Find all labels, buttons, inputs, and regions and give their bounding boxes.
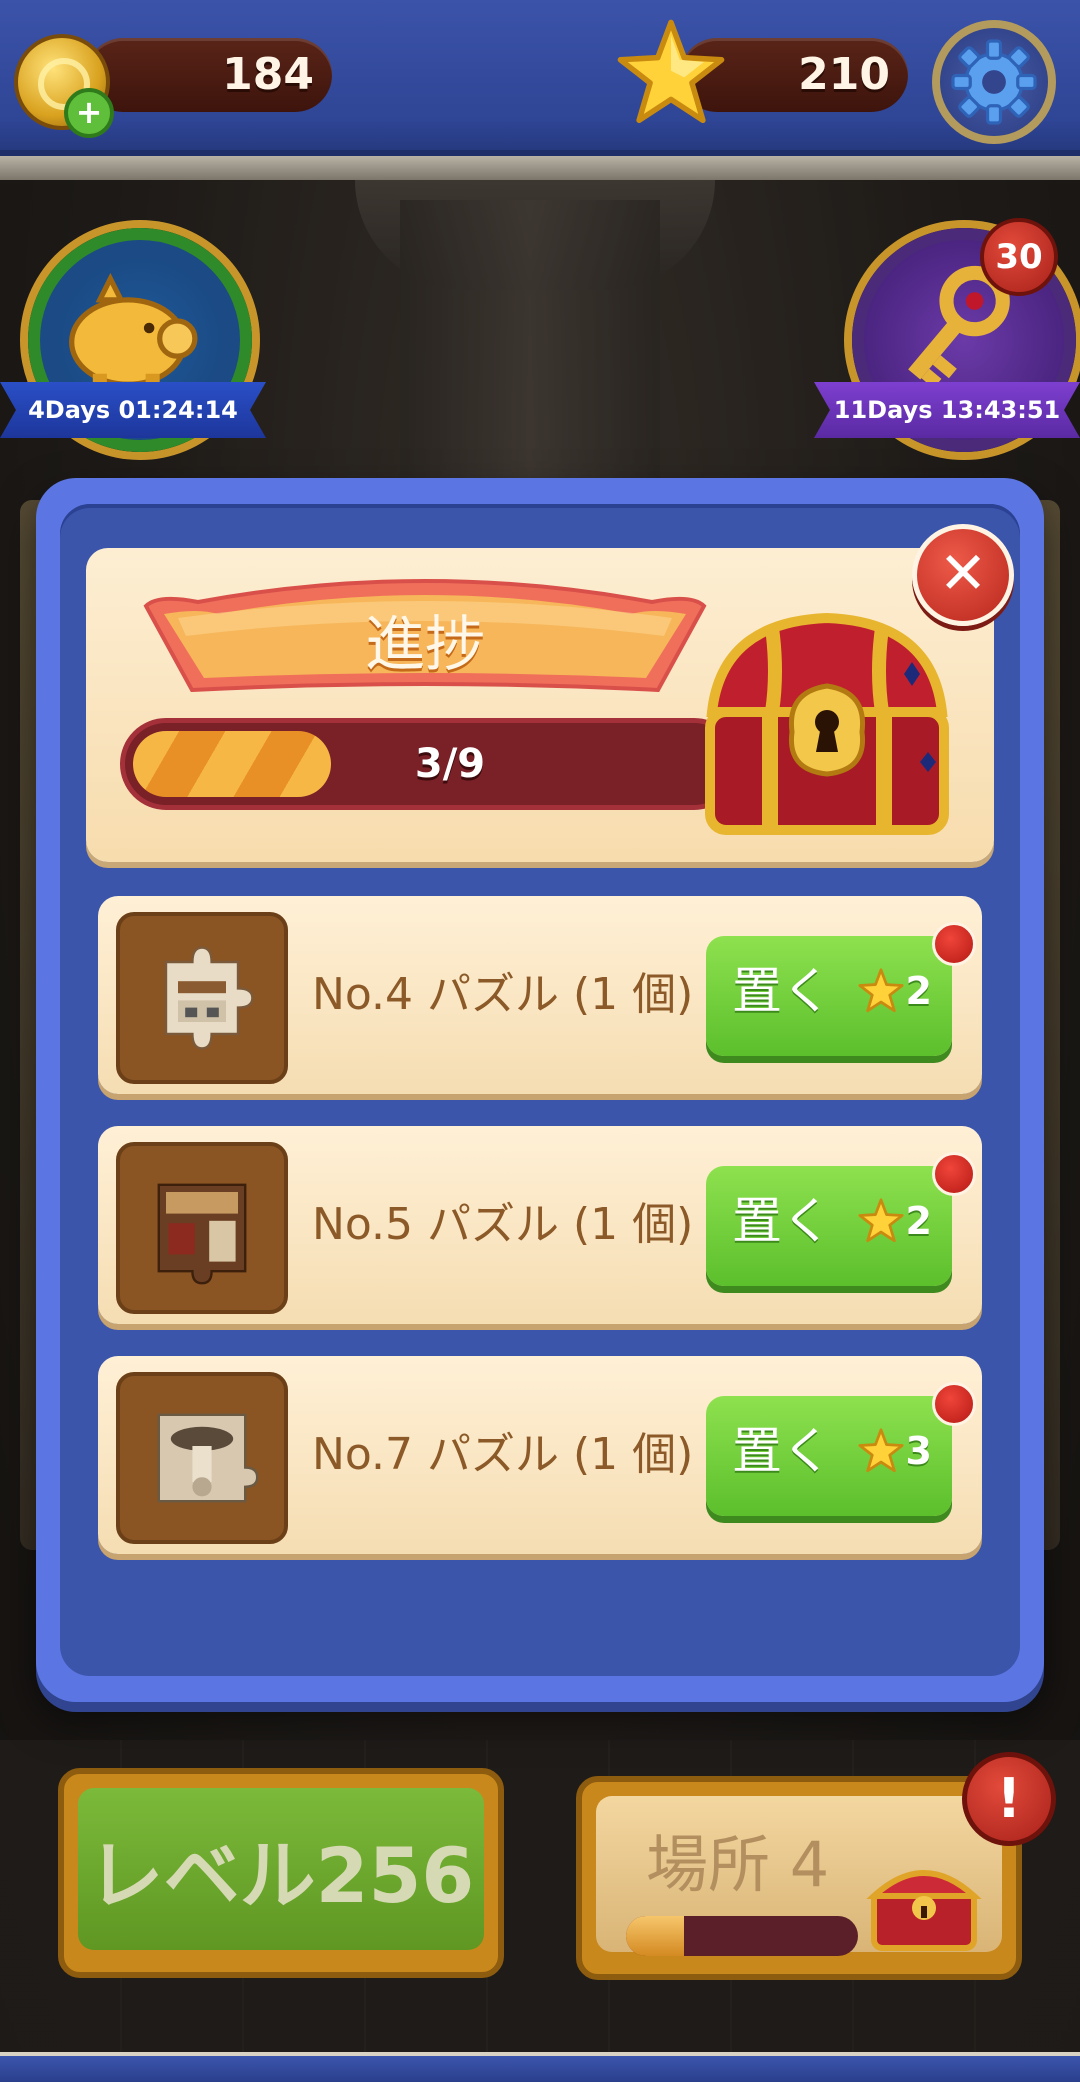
list-item: No.7 パズル (1 個) 置く 3 xyxy=(98,1356,982,1554)
star-cost: 2 xyxy=(905,969,932,1013)
place-button[interactable]: 置く 3 xyxy=(706,1396,952,1516)
top-bar-lip xyxy=(0,156,1080,180)
gear-icon xyxy=(951,39,1037,125)
puzzle-thumbnail xyxy=(116,912,288,1084)
add-coins-button[interactable]: + xyxy=(64,88,114,138)
treasure-chest-small-icon xyxy=(866,1870,982,1951)
puzzle-thumbnail xyxy=(116,1142,288,1314)
location-progress-bar xyxy=(626,1916,858,1956)
item-name: No.7 パズル (1 個) xyxy=(312,1429,694,1480)
item-name: No.4 パズル (1 個) xyxy=(312,969,694,1020)
place-button-label: 置く xyxy=(732,962,832,1020)
notification-dot xyxy=(932,1152,976,1196)
notification-dot xyxy=(932,922,976,966)
item-name: No.5 パズル (1 個) xyxy=(312,1199,694,1250)
modal-title: 進捗 xyxy=(365,610,485,680)
star-icon xyxy=(617,19,725,124)
location-progress-fill xyxy=(626,1916,684,1956)
key-count-badge: 30 xyxy=(980,218,1058,296)
level-button[interactable]: レベル256 xyxy=(58,1768,504,1978)
star-cost-icon xyxy=(858,968,904,1013)
close-button[interactable]: ✕ xyxy=(912,524,1014,626)
coin-counter: 184 xyxy=(86,38,332,112)
puzzle-piece-icon xyxy=(157,1413,259,1503)
level-label: レベル256 xyxy=(78,1788,484,1950)
location-alert-badge: ! xyxy=(962,1752,1056,1846)
place-button[interactable]: 置く 2 xyxy=(706,936,952,1056)
puzzle-thumbnail xyxy=(116,1372,288,1544)
star-cost: 3 xyxy=(905,1429,932,1473)
list-item: No.5 パズル (1 個) 置く 2 xyxy=(98,1126,982,1324)
puzzle-piece-icon xyxy=(157,1183,247,1285)
location-label: 場所 4 xyxy=(646,1828,830,1901)
settings-button[interactable] xyxy=(932,20,1056,144)
star-cost: 2 xyxy=(905,1199,932,1243)
star-count: 210 xyxy=(798,49,890,100)
piggy-bank-timer: 4Days 01:24:14 xyxy=(0,382,266,438)
coin-count: 184 xyxy=(222,49,314,100)
treasure-chest-icon xyxy=(705,612,949,835)
star-cost-icon xyxy=(858,1428,904,1473)
location-button[interactable]: 場所 4 xyxy=(576,1776,1022,1980)
progress-text: 3/9 xyxy=(414,741,486,787)
list-item: No.4 パズル (1 個) 置く 2 xyxy=(98,896,982,1094)
location-button-face: 場所 4 xyxy=(596,1796,1002,1956)
progress-bar: 3/9 xyxy=(120,718,740,810)
notification-dot xyxy=(932,1382,976,1426)
star-cost-icon xyxy=(858,1198,904,1243)
place-button-label: 置く xyxy=(732,1422,832,1480)
place-button-label: 置く xyxy=(732,1192,832,1250)
place-button[interactable]: 置く 2 xyxy=(706,1166,952,1286)
key-event-timer: 11Days 13:43:51 xyxy=(814,382,1080,438)
puzzle-piece-icon xyxy=(164,946,254,1050)
